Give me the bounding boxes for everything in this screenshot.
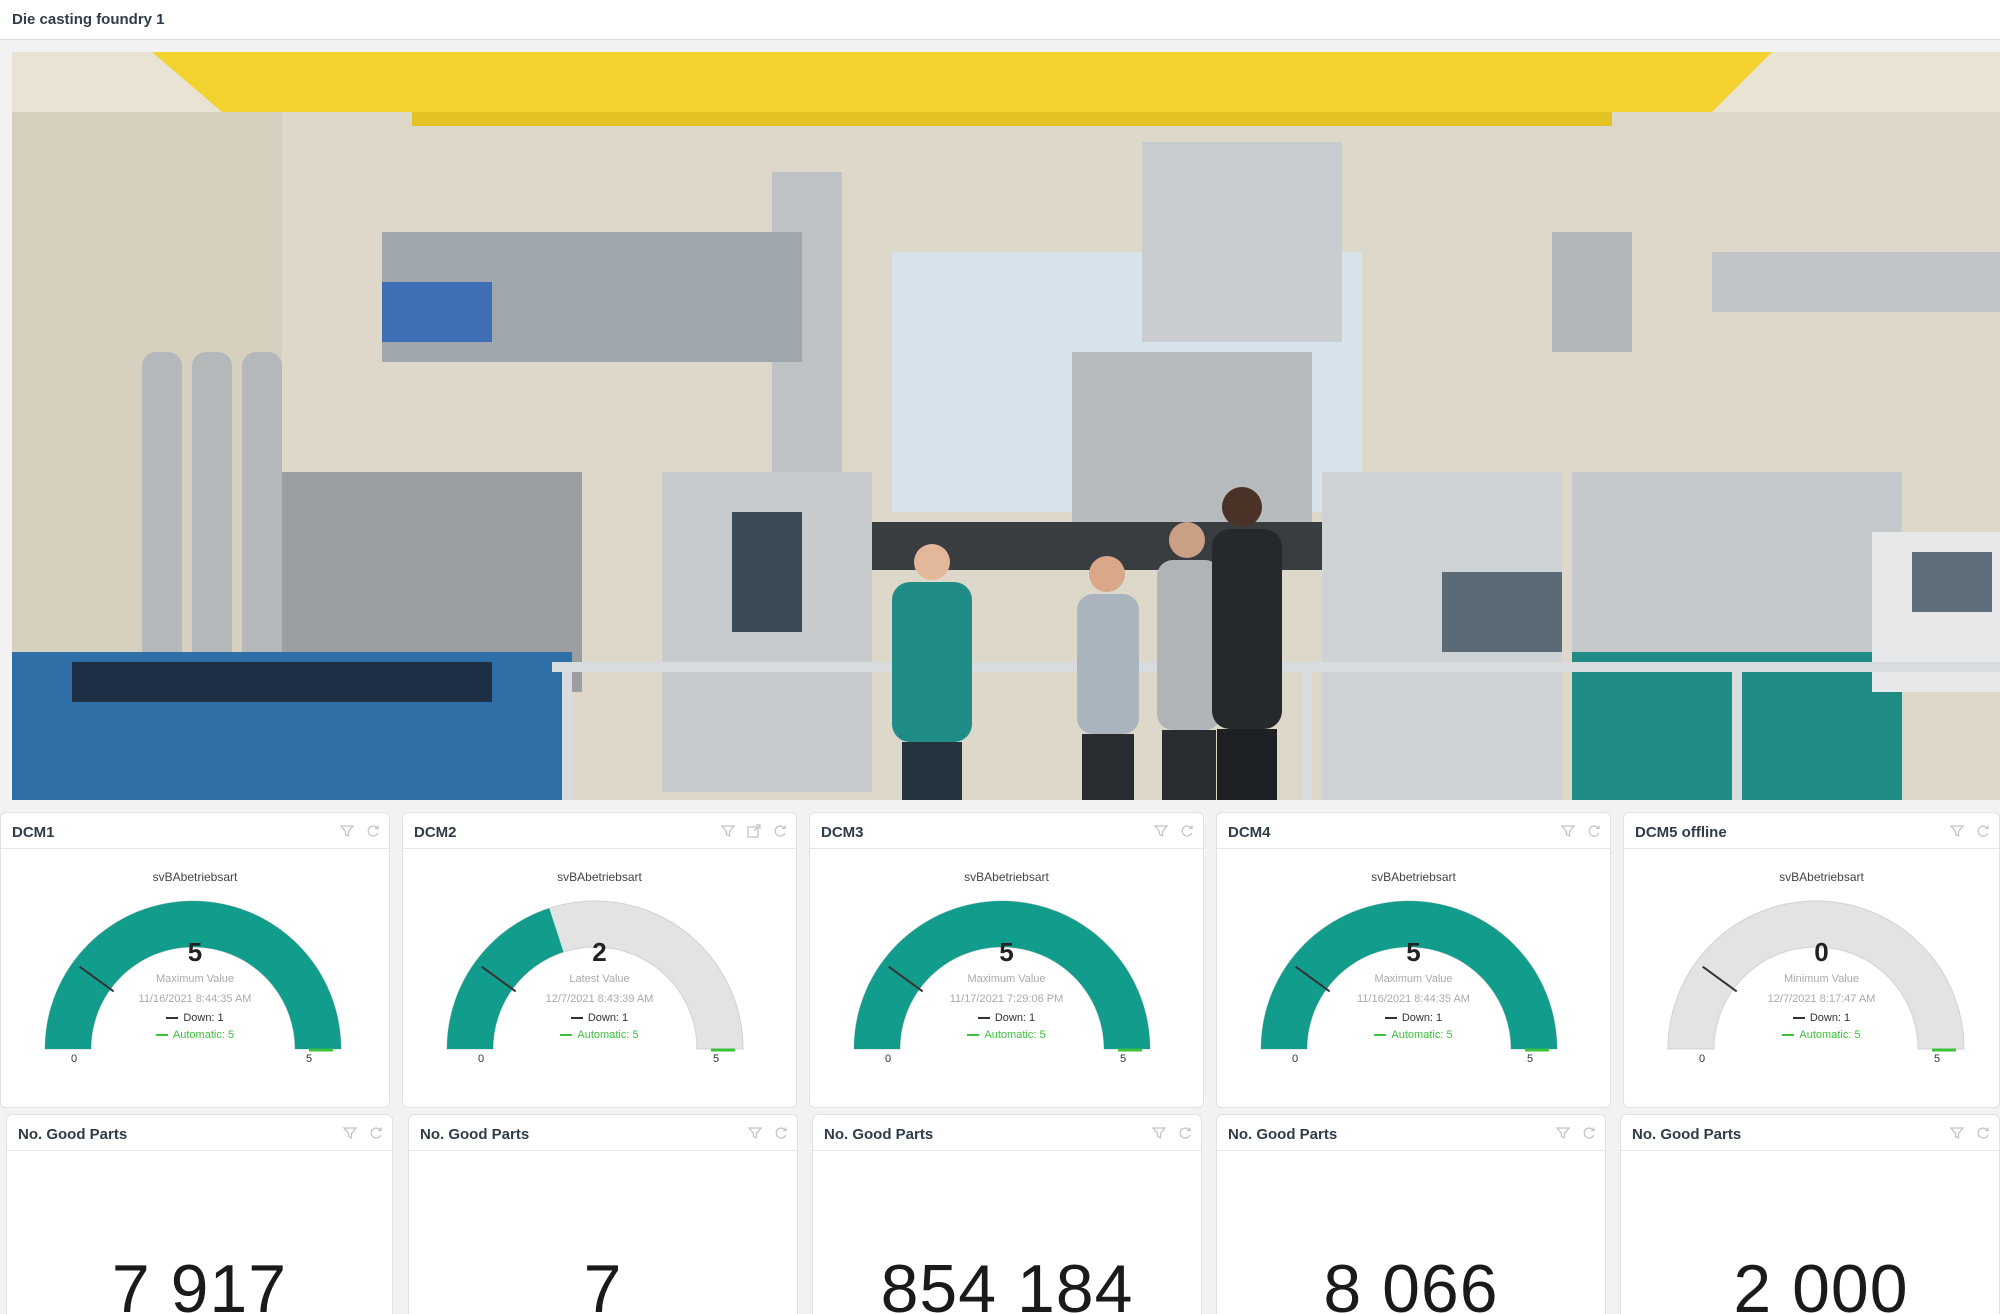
- kpi-card-good-parts: No. Good Parts 2 000: [1620, 1114, 2000, 1314]
- refresh-icon[interactable]: [1975, 1125, 1991, 1141]
- legend-automatic: Automatic: 5: [1391, 1029, 1453, 1041]
- card-title: No. Good Parts: [1632, 1126, 1742, 1143]
- gauge-min-label: 0: [1292, 1053, 1299, 1065]
- filter-icon[interactable]: [1555, 1125, 1571, 1141]
- kpi-card-good-parts: No. Good Parts 7 917: [6, 1114, 393, 1314]
- refresh-icon[interactable]: [368, 1125, 384, 1141]
- gauge-value: 5: [187, 937, 203, 967]
- card-header: No. Good Parts: [1217, 1115, 1605, 1151]
- gauge-timestamp: 12/7/2021 8:17:47 AM: [1767, 993, 1876, 1005]
- gauge-timestamp: 12/7/2021 8:43:39 AM: [545, 993, 654, 1005]
- gauge-timestamp: 11/17/2021 7:29:06 PM: [949, 993, 1064, 1005]
- gauge-max-label: 5: [1527, 1053, 1534, 1065]
- filter-icon[interactable]: [342, 1125, 358, 1141]
- factory-photo: [12, 52, 2000, 800]
- gauge-value: 5: [1406, 937, 1421, 967]
- factory-illustration: [12, 52, 2000, 800]
- gauge-value: 0: [1814, 937, 1829, 967]
- gauge-legend: Down: 1 Automatic: 5: [1, 1010, 389, 1044]
- gauge-min-label: 0: [1699, 1053, 1706, 1065]
- filter-icon[interactable]: [1949, 1125, 1965, 1141]
- gauge-max-label: 5: [306, 1053, 313, 1065]
- card-header: No. Good Parts: [7, 1115, 392, 1151]
- filter-icon[interactable]: [1151, 1125, 1167, 1141]
- gauge-subtitle: Maximum Value: [1374, 973, 1453, 985]
- card-title: No. Good Parts: [18, 1126, 128, 1143]
- legend-automatic: Automatic: 5: [984, 1029, 1046, 1041]
- card-title: No. Good Parts: [420, 1126, 530, 1143]
- legend-down: Down: 1: [994, 1012, 1036, 1024]
- gauge-value: 5: [999, 937, 1014, 967]
- card-title: No. Good Parts: [1228, 1126, 1338, 1143]
- legend-down: Down: 1: [1809, 1012, 1851, 1024]
- legend-automatic: Automatic: 5: [172, 1029, 235, 1041]
- legend-down: Down: 1: [183, 1012, 224, 1024]
- gauge-min-label: 0: [885, 1053, 892, 1065]
- refresh-icon[interactable]: [1177, 1125, 1193, 1141]
- gauge-subtitle: Latest Value: [569, 973, 630, 985]
- card-header: No. Good Parts: [1621, 1115, 1999, 1151]
- card-title: No. Good Parts: [824, 1126, 934, 1143]
- gauge-card-dcm4: DCM4 svBAbetriebsart 5 Maximum Value 11/…: [1216, 812, 1611, 1108]
- card-actions: [342, 1125, 384, 1141]
- gauge-subtitle: Maximum Value: [155, 973, 235, 985]
- gauge-subtitle: Minimum Value: [1784, 973, 1859, 985]
- kpi-card-good-parts: No. Good Parts 7: [408, 1114, 798, 1314]
- legend-down: Down: 1: [1401, 1012, 1443, 1024]
- gauge-legend: Down: 1 Automatic: 5: [810, 1010, 1203, 1044]
- refresh-icon[interactable]: [1581, 1125, 1597, 1141]
- kpi-value: 2 000: [1733, 1251, 1909, 1314]
- kpi-card-good-parts: No. Good Parts 8 066: [1216, 1114, 1606, 1314]
- filter-icon[interactable]: [747, 1125, 763, 1141]
- legend-down: Down: 1: [587, 1012, 629, 1024]
- gauge-subtitle: Maximum Value: [967, 973, 1046, 985]
- legend-automatic: Automatic: 5: [1799, 1029, 1861, 1041]
- gauge-min-label: 0: [478, 1053, 485, 1065]
- kpi-value: 8 066: [1323, 1251, 1499, 1314]
- gauge-card-dcm2: DCM2 svBAbetriebsart 2 Latest Value 12/7…: [402, 812, 797, 1108]
- kpi-card-good-parts: No. Good Parts 854 184: [812, 1114, 1202, 1314]
- gauge-card-dcm1: DCM1 svBAbetriebsart 5 Maximum Value 11/…: [0, 812, 390, 1108]
- gauge-min-label: 0: [71, 1053, 78, 1065]
- kpi-value: 7: [583, 1251, 623, 1314]
- gauge-card-dcm3: DCM3 svBAbetriebsart 5 Maximum Value 11/…: [809, 812, 1204, 1108]
- refresh-icon[interactable]: [773, 1125, 789, 1141]
- gauge-max-label: 5: [1934, 1053, 1941, 1065]
- gauge-legend: Down: 1 Automatic: 5: [1217, 1010, 1610, 1044]
- gauge-value: 2: [592, 937, 607, 967]
- page-title: Die casting foundry 1: [12, 11, 165, 28]
- card-actions: [1151, 1125, 1193, 1141]
- card-actions: [747, 1125, 789, 1141]
- card-actions: [1949, 1125, 1991, 1141]
- kpi-value: 854 184: [880, 1251, 1134, 1314]
- gauge-card-dcm5: DCM5 offline svBAbetriebsart 0 Minimum V…: [1623, 812, 2000, 1108]
- kpi-value: 7 917: [111, 1251, 288, 1314]
- card-header: No. Good Parts: [409, 1115, 797, 1151]
- legend-automatic: Automatic: 5: [577, 1029, 639, 1041]
- gauge-timestamp: 11/16/2021 8:44:35 AM: [138, 993, 252, 1005]
- card-header: No. Good Parts: [813, 1115, 1201, 1151]
- gauge-max-label: 5: [1120, 1053, 1127, 1065]
- card-actions: [1555, 1125, 1597, 1141]
- gauge-legend: Down: 1 Automatic: 5: [1624, 1010, 2000, 1044]
- gauge-timestamp: 11/16/2021 8:44:35 AM: [1357, 993, 1470, 1005]
- top-bar: Die casting foundry 1: [0, 0, 2000, 40]
- gauge-max-label: 5: [713, 1053, 720, 1065]
- gauge-legend: Down: 1 Automatic: 5: [403, 1010, 796, 1044]
